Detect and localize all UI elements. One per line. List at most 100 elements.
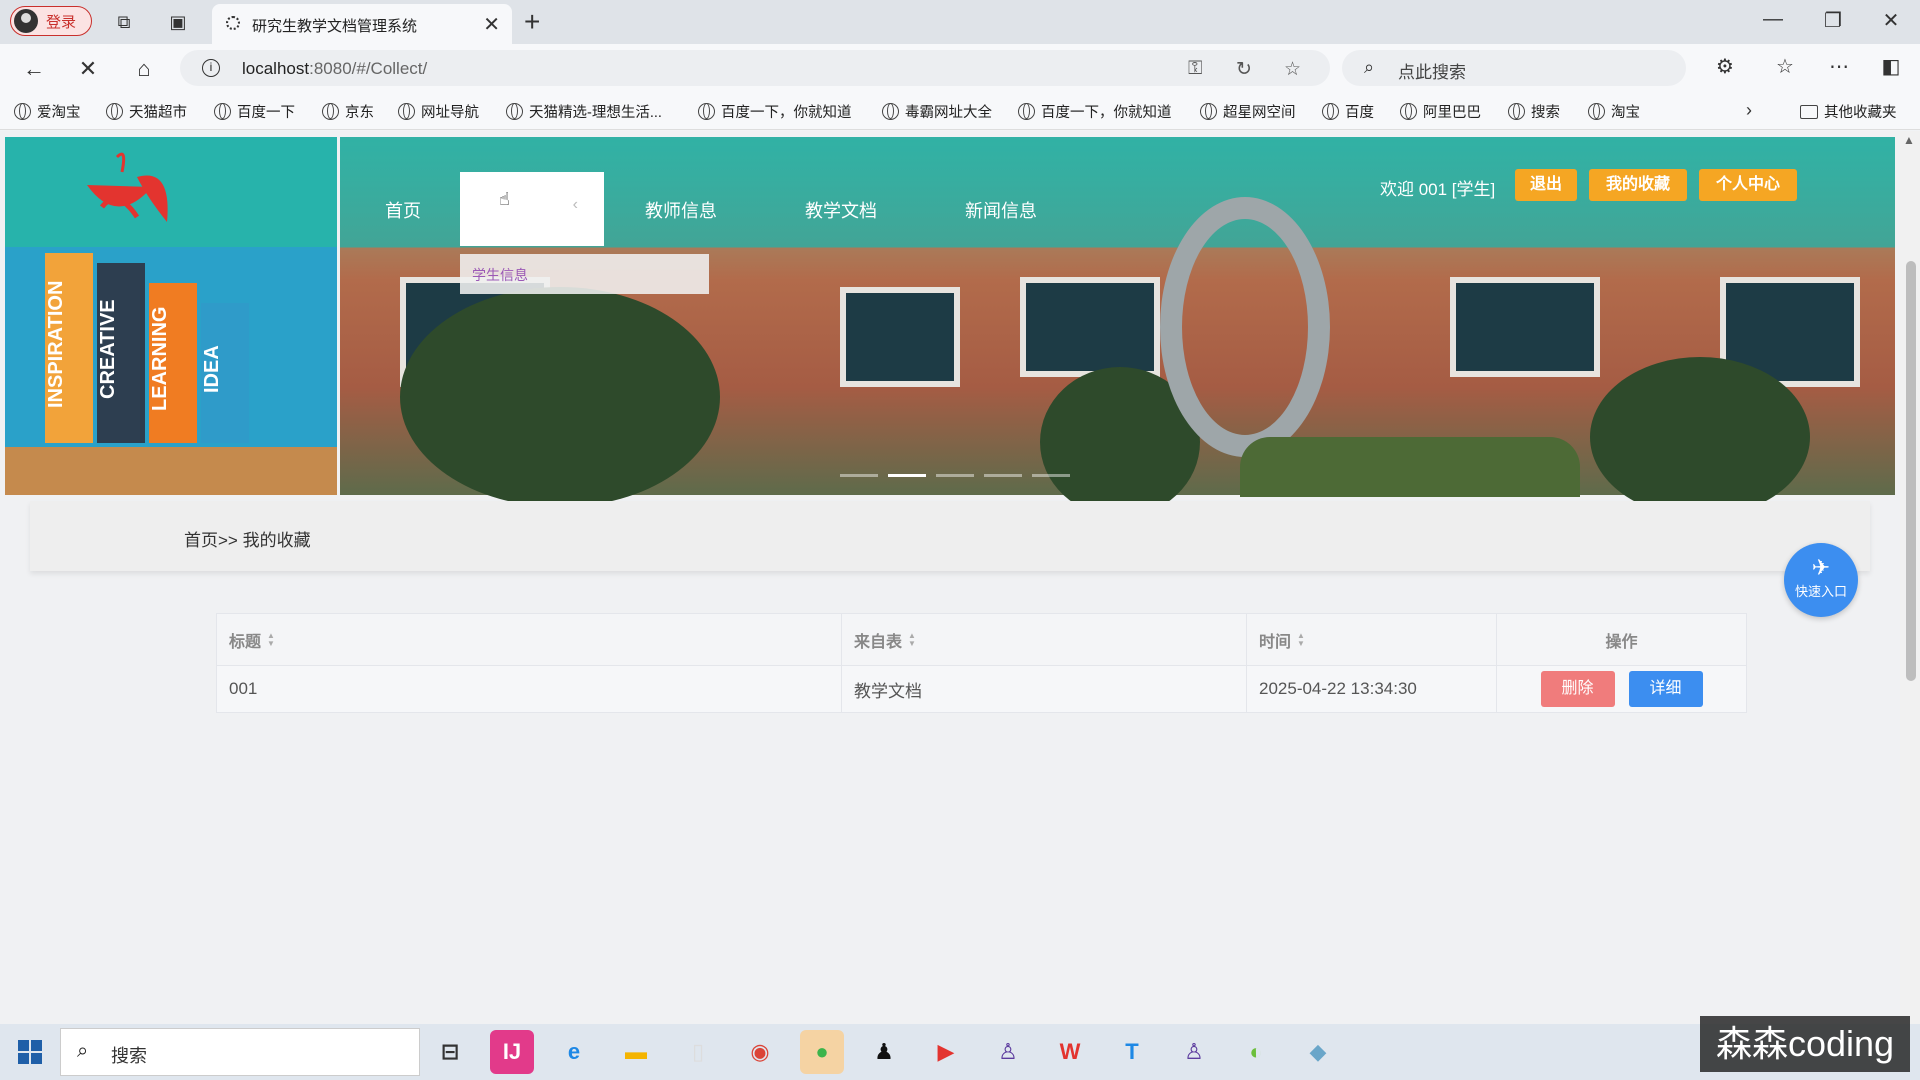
banner-window bbox=[1450, 277, 1600, 377]
green-app-icon[interactable]: ◐ bbox=[1234, 1030, 1278, 1074]
user-app-icon[interactable]: ♙ bbox=[986, 1030, 1030, 1074]
windows-taskbar: ⌕ 搜索 ⊟ IJ e ▬ ▯ ◉ ● ♟ ▶ ♙ W T ♙ ◐ ◆ bbox=[0, 1024, 1920, 1080]
header-source[interactable]: 来自表 ▲ ▼ bbox=[842, 614, 1247, 665]
globe-icon bbox=[322, 103, 339, 120]
favorites-icon[interactable]: ☆ bbox=[1770, 54, 1800, 79]
tencent-meeting-icon[interactable]: T bbox=[1110, 1030, 1154, 1074]
carousel-dot[interactable] bbox=[1032, 474, 1070, 477]
globe-icon bbox=[1508, 103, 1525, 120]
sort-icon[interactable]: ▲ ▼ bbox=[1297, 631, 1305, 648]
menu-news[interactable]: 新闻信息 bbox=[965, 197, 1037, 223]
menu-student-active[interactable]: ‹ bbox=[460, 172, 604, 246]
back-button[interactable]: ← bbox=[20, 56, 48, 82]
restore-button[interactable]: ❐ bbox=[1818, 8, 1848, 33]
breadcrumb-text[interactable]: 首页>> 我的收藏 bbox=[184, 526, 311, 551]
favorite-star-icon[interactable]: ☆ bbox=[1284, 58, 1301, 81]
file-explorer-icon[interactable]: ▬ bbox=[614, 1030, 658, 1074]
chevron-right-icon[interactable]: › bbox=[1746, 100, 1752, 121]
sort-icon[interactable]: ▲ ▼ bbox=[908, 631, 916, 648]
table-row: 001 教学文档 2025-04-22 13:34:30 删除 详细 bbox=[217, 666, 1746, 712]
header-title[interactable]: 标题 ▲ ▼ bbox=[217, 614, 842, 665]
cell-actions: 删除 详细 bbox=[1497, 666, 1746, 712]
notepad-icon[interactable]: ▯ bbox=[676, 1030, 720, 1074]
dropdown-item-student-info[interactable]: 学生信息 bbox=[472, 265, 528, 285]
task-view-icon[interactable]: ⊟ bbox=[428, 1030, 472, 1074]
bookmark-item[interactable]: 毒霸网址大全 bbox=[882, 101, 992, 122]
sidebar-icon[interactable]: ◧ bbox=[1876, 54, 1906, 79]
workspaces-icon[interactable]: ⧉ bbox=[112, 10, 136, 34]
book-decoration: INSPIRATION bbox=[45, 253, 93, 443]
site-info-icon[interactable]: i bbox=[202, 59, 220, 77]
browser-tab[interactable]: 研究生教学文档管理系统 ✕ bbox=[212, 4, 512, 44]
menu-home[interactable]: 首页 bbox=[385, 197, 421, 223]
delete-button[interactable]: 删除 bbox=[1540, 671, 1615, 707]
globe-icon bbox=[1400, 103, 1417, 120]
new-tab-button[interactable]: + bbox=[524, 6, 540, 38]
sort-icon[interactable]: ▲ ▼ bbox=[267, 631, 275, 648]
scroll-up-icon[interactable]: ▲ bbox=[1903, 133, 1915, 147]
wechat-icon[interactable]: ● bbox=[800, 1030, 844, 1074]
bookmark-item[interactable]: 百度一下，你就知道 bbox=[698, 101, 852, 122]
close-window-button[interactable]: ✕ bbox=[1876, 8, 1906, 33]
chrome-icon[interactable]: ◉ bbox=[738, 1030, 782, 1074]
key-icon[interactable]: ⚿ bbox=[1188, 58, 1202, 80]
bookmark-item[interactable]: 京东 bbox=[322, 101, 374, 122]
extensions-icon[interactable]: ⚙ bbox=[1710, 54, 1740, 79]
page-scrollbar[interactable]: ▲ bbox=[1900, 131, 1920, 1024]
other-bookmarks[interactable]: 其他收藏夹 bbox=[1800, 101, 1897, 122]
quick-entry-button[interactable]: ✈ 快速入口 bbox=[1784, 543, 1858, 617]
stop-button[interactable]: ✕ bbox=[74, 56, 102, 82]
blue-app-icon[interactable]: ◆ bbox=[1296, 1030, 1340, 1074]
menu-documents[interactable]: 教学文档 bbox=[805, 197, 877, 223]
address-bar[interactable]: i localhost:8080/#/Collect/ ⚿ ↻ ☆ bbox=[180, 50, 1330, 86]
detail-button[interactable]: 详细 bbox=[1628, 671, 1703, 707]
more-menu-icon[interactable]: ⋯ bbox=[1824, 54, 1854, 79]
close-tab-icon[interactable]: ✕ bbox=[483, 12, 500, 37]
bookmark-item[interactable]: 阿里巴巴 bbox=[1400, 101, 1481, 122]
search-box[interactable]: ⌕ 点此搜索 bbox=[1342, 50, 1686, 86]
bookmark-item[interactable]: 百度 bbox=[1322, 101, 1374, 122]
my-favorites-button[interactable]: 我的收藏 bbox=[1589, 169, 1687, 201]
video-app-icon[interactable]: ▶ bbox=[924, 1030, 968, 1074]
carousel-dot[interactable] bbox=[984, 474, 1022, 477]
loading-icon bbox=[226, 16, 240, 30]
carousel-dot[interactable] bbox=[936, 474, 974, 477]
carousel-dot[interactable] bbox=[888, 474, 926, 477]
globe-icon bbox=[398, 103, 415, 120]
edge-icon[interactable]: e bbox=[552, 1030, 596, 1074]
refresh-app-icon[interactable]: ↻ bbox=[1236, 58, 1252, 81]
logout-button[interactable]: 退出 bbox=[1515, 169, 1577, 201]
vertical-tabs-icon[interactable]: ▣ bbox=[166, 10, 190, 34]
carousel-indicators bbox=[840, 474, 1070, 477]
welcome-text: 欢迎 001 [学生] bbox=[1380, 180, 1496, 199]
bookmark-item[interactable]: 天猫精选-理想生活... bbox=[506, 101, 662, 122]
bookmark-item[interactable]: 百度一下 bbox=[214, 101, 295, 122]
user-app-icon-2[interactable]: ♙ bbox=[1172, 1030, 1216, 1074]
bookmark-item[interactable]: 搜索 bbox=[1508, 101, 1560, 122]
home-button[interactable]: ⌂ bbox=[130, 56, 158, 82]
globe-icon bbox=[698, 103, 715, 120]
globe-icon bbox=[14, 103, 31, 120]
cell-title: 001 bbox=[217, 666, 842, 712]
bookmark-item[interactable]: 网址导航 bbox=[398, 101, 479, 122]
intellij-icon[interactable]: IJ bbox=[490, 1030, 534, 1074]
windows-start-icon[interactable] bbox=[18, 1040, 42, 1064]
bookmark-item[interactable]: 爱淘宝 bbox=[14, 101, 81, 122]
scrollbar-thumb[interactable] bbox=[1906, 261, 1916, 681]
minimize-button[interactable]: — bbox=[1758, 8, 1788, 31]
bookmark-item[interactable]: 百度一下，你就知道 bbox=[1018, 101, 1172, 122]
qq-icon[interactable]: ♟ bbox=[862, 1030, 906, 1074]
bookmark-item[interactable]: 天猫超市 bbox=[106, 101, 187, 122]
profile-button[interactable]: 登录 bbox=[10, 6, 92, 36]
bookmark-item[interactable]: 淘宝 bbox=[1588, 101, 1640, 122]
taskbar-search[interactable]: ⌕ 搜索 bbox=[60, 1028, 420, 1076]
personal-center-button[interactable]: 个人中心 bbox=[1699, 169, 1797, 201]
header-time[interactable]: 时间 ▲ ▼ bbox=[1247, 614, 1497, 665]
carousel-dot[interactable] bbox=[840, 474, 878, 477]
banner-window bbox=[840, 287, 960, 387]
wps-icon[interactable]: W bbox=[1048, 1030, 1092, 1074]
bookmark-item[interactable]: 超星网空间 bbox=[1200, 101, 1296, 122]
globe-icon bbox=[106, 103, 123, 120]
menu-teacher[interactable]: 教师信息 bbox=[645, 197, 717, 223]
quick-entry-label: 快速入口 bbox=[1794, 584, 1847, 599]
